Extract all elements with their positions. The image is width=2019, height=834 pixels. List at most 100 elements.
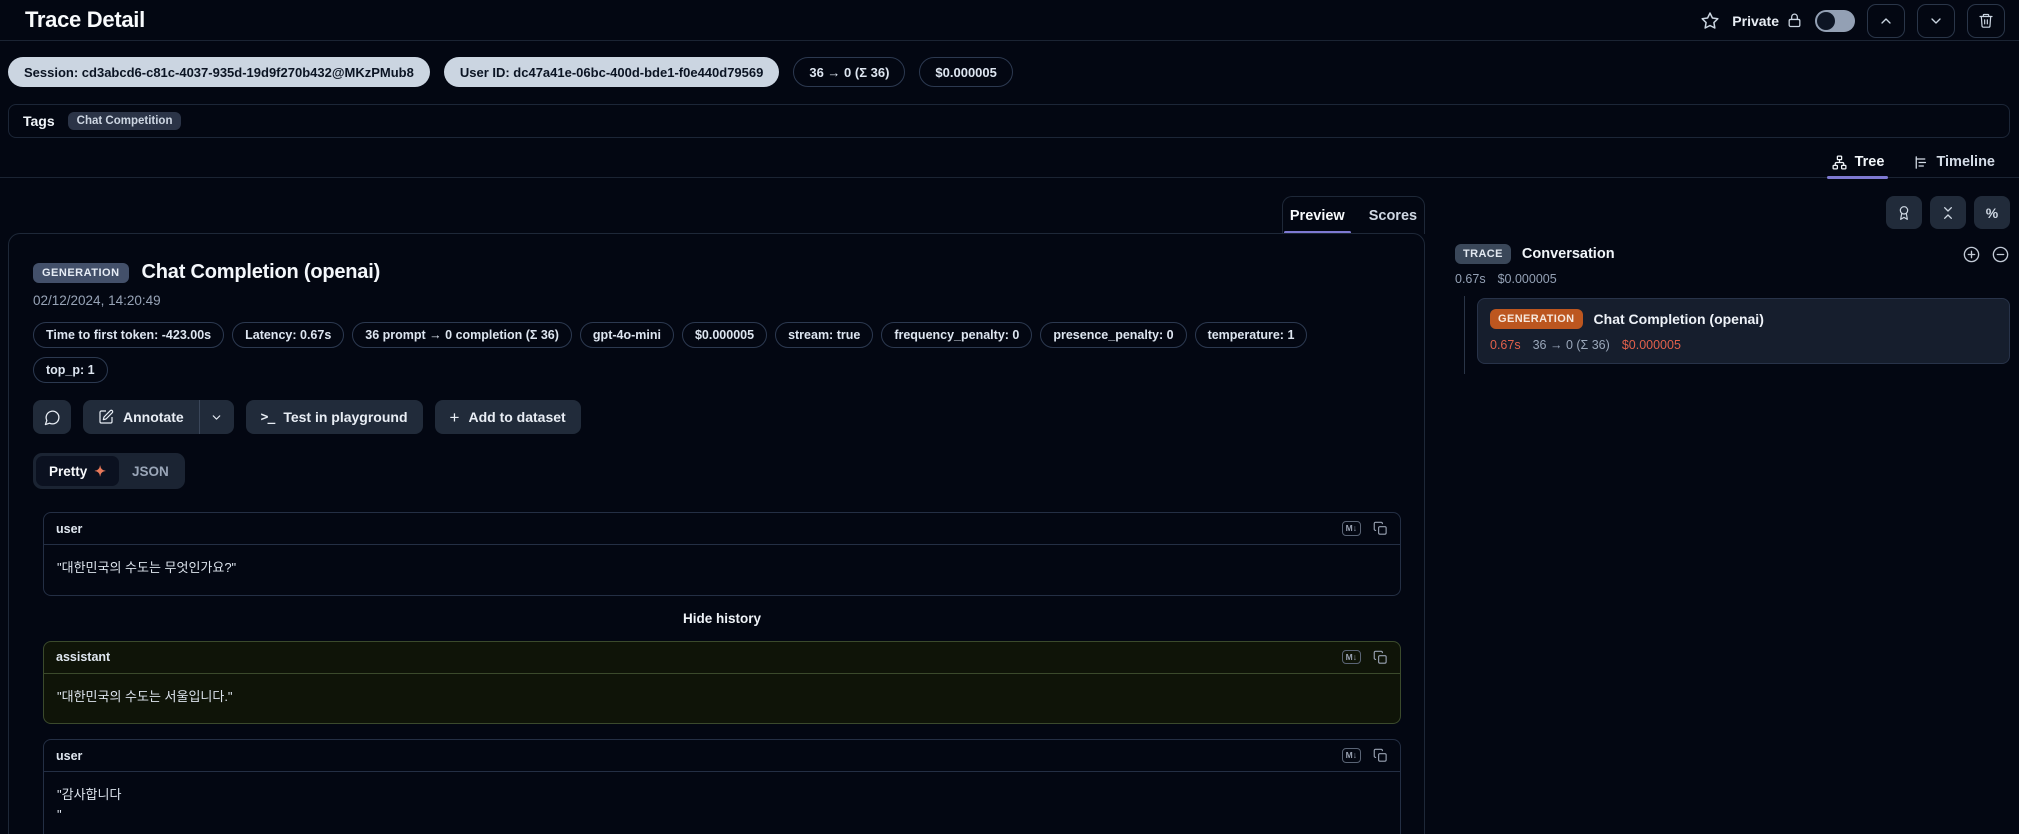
- messages-list: user M↓ "대한민국의 수도는 무엇인가요?" Hide history …: [43, 512, 1401, 834]
- node-tokens: 36 → 0 (Σ 36): [1532, 338, 1610, 352]
- message-header: user M↓: [44, 740, 1400, 772]
- trace-title: Conversation: [1521, 246, 1615, 262]
- node-cost: $0.000005: [1621, 338, 1681, 352]
- obs-cost-badge: $0.000005: [681, 322, 768, 348]
- tree-toolbar: %: [1441, 196, 2010, 229]
- observation-card: GENERATION Chat Completion (openai) 02/1…: [8, 233, 1425, 834]
- trace-metrics: 0.67s $0.000005: [1441, 272, 2010, 286]
- next-trace-button[interactable]: [1917, 3, 1955, 38]
- copy-icon[interactable]: [1373, 748, 1388, 763]
- add-to-dataset-button[interactable]: + Add to dataset: [434, 400, 581, 434]
- cost-badge: $0.000005: [919, 57, 1013, 87]
- prev-trace-button[interactable]: [1867, 3, 1905, 38]
- observation-timestamp: 02/12/2024, 14:20:49: [33, 293, 161, 308]
- format-json-tab[interactable]: JSON: [119, 456, 182, 486]
- message-content: "감사합니다 ": [57, 787, 122, 822]
- award-icon: [1896, 205, 1912, 221]
- markdown-toggle-icon[interactable]: M↓: [1341, 649, 1361, 665]
- star-icon[interactable]: [1700, 11, 1720, 31]
- page-title: Trace Detail: [25, 7, 145, 32]
- ttft-badge: Time to first token: -423.00s: [33, 322, 225, 348]
- title-bar: Trace Detail Private: [0, 0, 2019, 41]
- stream-badge: stream: true: [775, 322, 874, 348]
- format-toggle: Pretty ✦ JSON: [33, 453, 185, 489]
- annotate-button[interactable]: Annotate: [83, 400, 199, 434]
- tab-preview-label: Preview: [1289, 207, 1345, 224]
- tab-preview[interactable]: Preview: [1283, 197, 1351, 234]
- tab-scores[interactable]: Scores: [1369, 197, 1417, 234]
- node-header: GENERATION Chat Completion (openai): [1490, 309, 1997, 329]
- user-id-badge[interactable]: User ID: dc47a41e-06bc-400d-bde1-f0e440d…: [443, 57, 780, 87]
- timeline-icon: [1912, 154, 1929, 171]
- comment-icon: [44, 409, 61, 426]
- lock-icon: [1786, 12, 1803, 29]
- node-latency: 0.67s: [1490, 338, 1521, 352]
- message-user-1: user M↓ "대한민국의 수도는 무엇인가요?": [43, 512, 1401, 596]
- tree-zoom-controls: [1962, 245, 2010, 264]
- trace-latency: 0.67s: [1455, 272, 1486, 286]
- trash-icon: [1978, 12, 1994, 29]
- plus-icon: +: [449, 407, 460, 427]
- tab-scores-label: Scores: [1368, 207, 1418, 224]
- copy-icon[interactable]: [1373, 650, 1388, 665]
- frequency-penalty-badge: frequency_penalty: 0: [881, 322, 1033, 348]
- observation-title: Chat Completion (openai): [141, 261, 381, 283]
- panel-tabs: Preview Scores: [1282, 196, 1425, 234]
- actions-row: Annotate >_ Test in playground + Add to …: [33, 400, 1400, 434]
- message-header: assistant M↓: [44, 642, 1400, 674]
- tag-chip[interactable]: Chat Competition: [67, 112, 182, 130]
- plus-circle-icon[interactable]: [1962, 245, 1981, 264]
- tags-label: Tags: [23, 113, 55, 129]
- top-p-badge: top_p: 1: [33, 357, 108, 383]
- annotate-split-button: Annotate: [83, 400, 234, 434]
- scores-toggle-button[interactable]: [1886, 196, 1922, 229]
- sparkles-icon: ✦: [94, 462, 106, 479]
- message-tools: M↓: [1341, 748, 1388, 763]
- trace-root-row[interactable]: TRACE Conversation: [1441, 244, 2010, 264]
- tree-icon: [1831, 154, 1848, 171]
- message-content: "대한민국의 수도는 서울입니다.": [57, 688, 233, 704]
- playground-button[interactable]: >_ Test in playground: [245, 400, 423, 434]
- model-badge[interactable]: gpt-4o-mini: [579, 322, 674, 348]
- minus-circle-icon[interactable]: [1991, 245, 2010, 264]
- message-assistant: assistant M↓ "대한민국의 수도는 서울입니다.": [43, 640, 1401, 724]
- hide-history-link[interactable]: Hide history: [43, 611, 1401, 626]
- meta-row: Session: cd3abcd6-c81c-4037-935d-19d9f27…: [8, 57, 1013, 87]
- annotate-dropdown-button[interactable]: [199, 400, 234, 434]
- annotate-label: Annotate: [123, 409, 184, 425]
- markdown-toggle-icon[interactable]: M↓: [1341, 521, 1361, 536]
- latency-badge: Latency: 0.67s: [232, 322, 345, 348]
- title-controls: Private: [1700, 3, 2005, 38]
- public-toggle[interactable]: [1815, 9, 1855, 32]
- markdown-toggle-icon[interactable]: M↓: [1341, 748, 1361, 763]
- toggle-knob: [1817, 11, 1835, 30]
- observation-badges-row-2: top_p: 1: [33, 357, 1400, 383]
- message-tools: M↓: [1341, 649, 1388, 665]
- private-label: Private: [1732, 12, 1779, 29]
- tree-node-area: GENERATION Chat Completion (openai) 0.67…: [1441, 296, 2010, 374]
- tab-timeline[interactable]: Timeline: [1912, 146, 1995, 178]
- observation-header: GENERATION Chat Completion (openai): [33, 261, 1400, 284]
- annotate-pen-icon: [98, 409, 114, 425]
- collapse-all-button[interactable]: [1930, 196, 1966, 229]
- generation-type-badge: GENERATION: [33, 262, 129, 283]
- message-user-2: user M↓ "감사합니다 ": [43, 739, 1401, 834]
- generation-node[interactable]: GENERATION Chat Completion (openai) 0.67…: [1477, 298, 2010, 364]
- trace-badge: TRACE: [1455, 244, 1511, 264]
- chevrons-collapse-icon: [1940, 205, 1956, 221]
- tab-tree[interactable]: Tree: [1826, 146, 1889, 179]
- session-badge[interactable]: Session: cd3abcd6-c81c-4037-935d-19d9f27…: [8, 57, 430, 87]
- message-role: user: [56, 748, 83, 763]
- percent-icon: %: [1985, 204, 1999, 221]
- delete-trace-button[interactable]: [1967, 3, 2005, 38]
- comments-button[interactable]: [33, 400, 71, 434]
- presence-penalty-badge: presence_penalty: 0: [1040, 322, 1187, 348]
- metrics-toggle-button[interactable]: %: [1974, 196, 2010, 229]
- format-pretty-tab[interactable]: Pretty ✦: [36, 456, 119, 486]
- copy-icon[interactable]: [1373, 521, 1388, 536]
- tags-bar: Tags Chat Competition: [8, 104, 2010, 138]
- chevron-down-icon: [210, 411, 223, 424]
- trace-detail-page: Trace Detail Private Session: cd3abcd6-c…: [0, 0, 2019, 834]
- chevron-up-icon: [1878, 13, 1894, 29]
- visibility-label: Private: [1732, 12, 1803, 29]
